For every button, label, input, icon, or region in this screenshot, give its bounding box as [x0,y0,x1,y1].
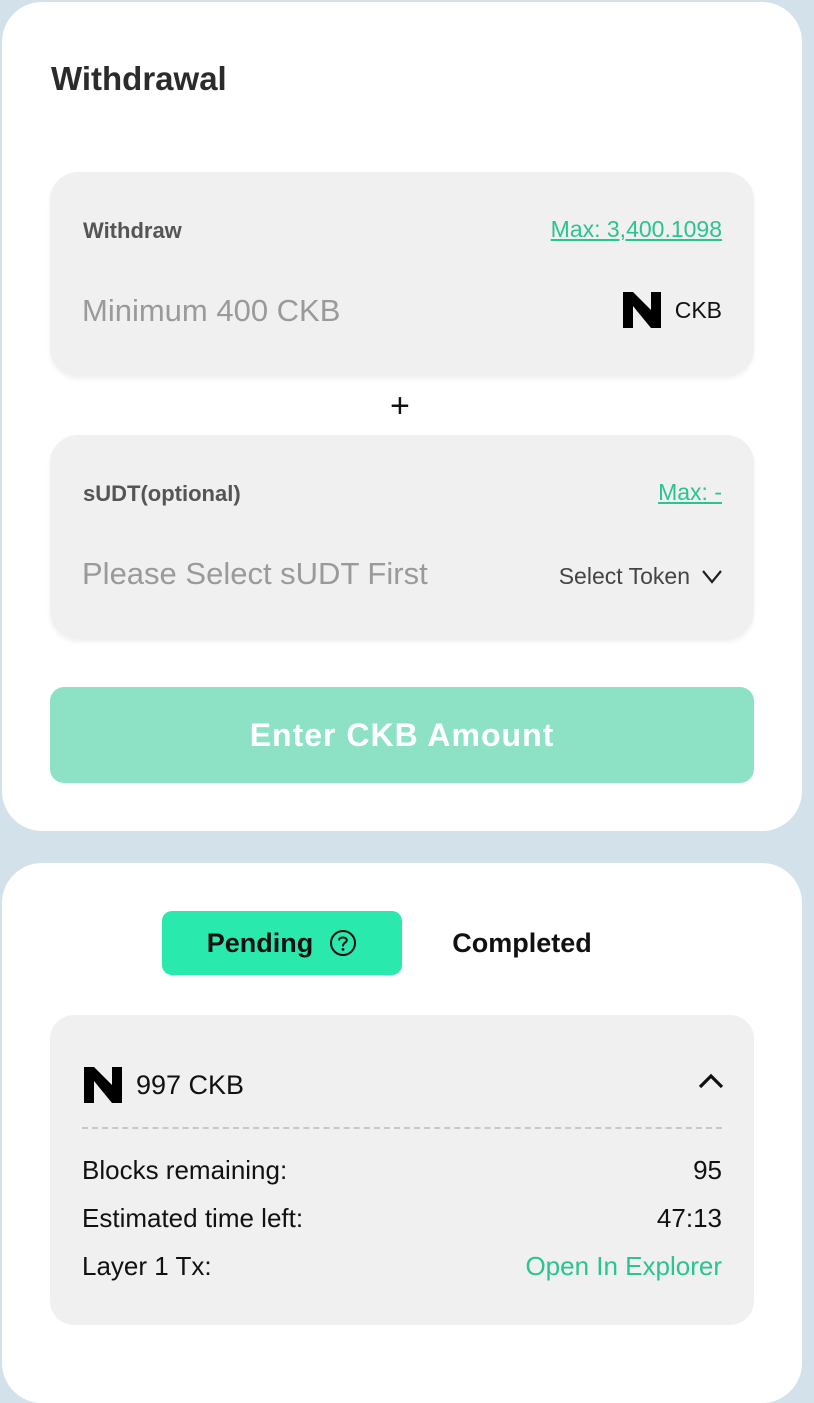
plus-icon: + [390,387,410,425]
nervos-logo-icon [84,1067,122,1103]
chevron-down-icon [702,569,722,584]
open-in-explorer-link[interactable]: Open In Explorer [525,1251,722,1282]
divider [82,1127,722,1129]
sudt-label: sUDT(optional) [83,481,241,506]
blocks-remaining-row: Blocks remaining: 95 [82,1155,722,1186]
time-left-value: 47:13 [656,1203,722,1233]
tab-pending[interactable]: Pending [162,911,402,975]
pending-amount: 997 CKB [136,1069,245,1100]
layer1-tx-row: Layer 1 Tx: Open In Explorer [82,1251,722,1282]
pending-withdrawal-item: 997 CKB Blocks remaining: 95 Estimated t… [50,1015,754,1325]
tab-pending-label: Pending [206,927,314,958]
page-title: Withdrawal [51,60,227,97]
ckb-token-display: CKB [622,292,722,328]
blocks-remaining-value: 95 [693,1155,722,1185]
nervos-logo-icon [622,292,661,328]
select-token-label: Select Token [558,563,690,589]
ckb-token-label: CKB [674,296,722,323]
blocks-remaining-label: Blocks remaining: [82,1155,288,1185]
select-token-dropdown[interactable]: Select Token [559,563,722,590]
withdrawal-card: Withdrawal Withdraw Max: 3,400.1098 CKB … [2,2,802,831]
chevron-up-icon[interactable] [698,1073,724,1089]
tab-completed[interactable]: Completed [422,911,622,975]
sudt-amount-panel: sUDT(optional) Max: - Select Token [50,435,754,639]
sudt-amount-input[interactable] [82,549,522,599]
sudt-max-link[interactable]: Max: - [658,479,722,506]
withdrawal-history-card: Pending Completed 997 CKB Blocks remaini… [2,863,802,1403]
time-left-row: Estimated time left: 47:13 [82,1203,722,1234]
pending-item-header: 997 CKB [84,1067,244,1103]
time-left-label: Estimated time left: [82,1203,304,1233]
withdraw-label: Withdraw [83,218,182,243]
ckb-amount-panel: Withdraw Max: 3,400.1098 CKB [50,172,754,376]
help-circle-icon[interactable] [329,929,357,957]
ckb-amount-input[interactable] [82,286,522,336]
enter-amount-button[interactable]: Enter CKB Amount [50,687,754,783]
layer1-tx-label: Layer 1 Tx: [82,1251,212,1281]
ckb-max-link[interactable]: Max: 3,400.1098 [551,216,722,243]
